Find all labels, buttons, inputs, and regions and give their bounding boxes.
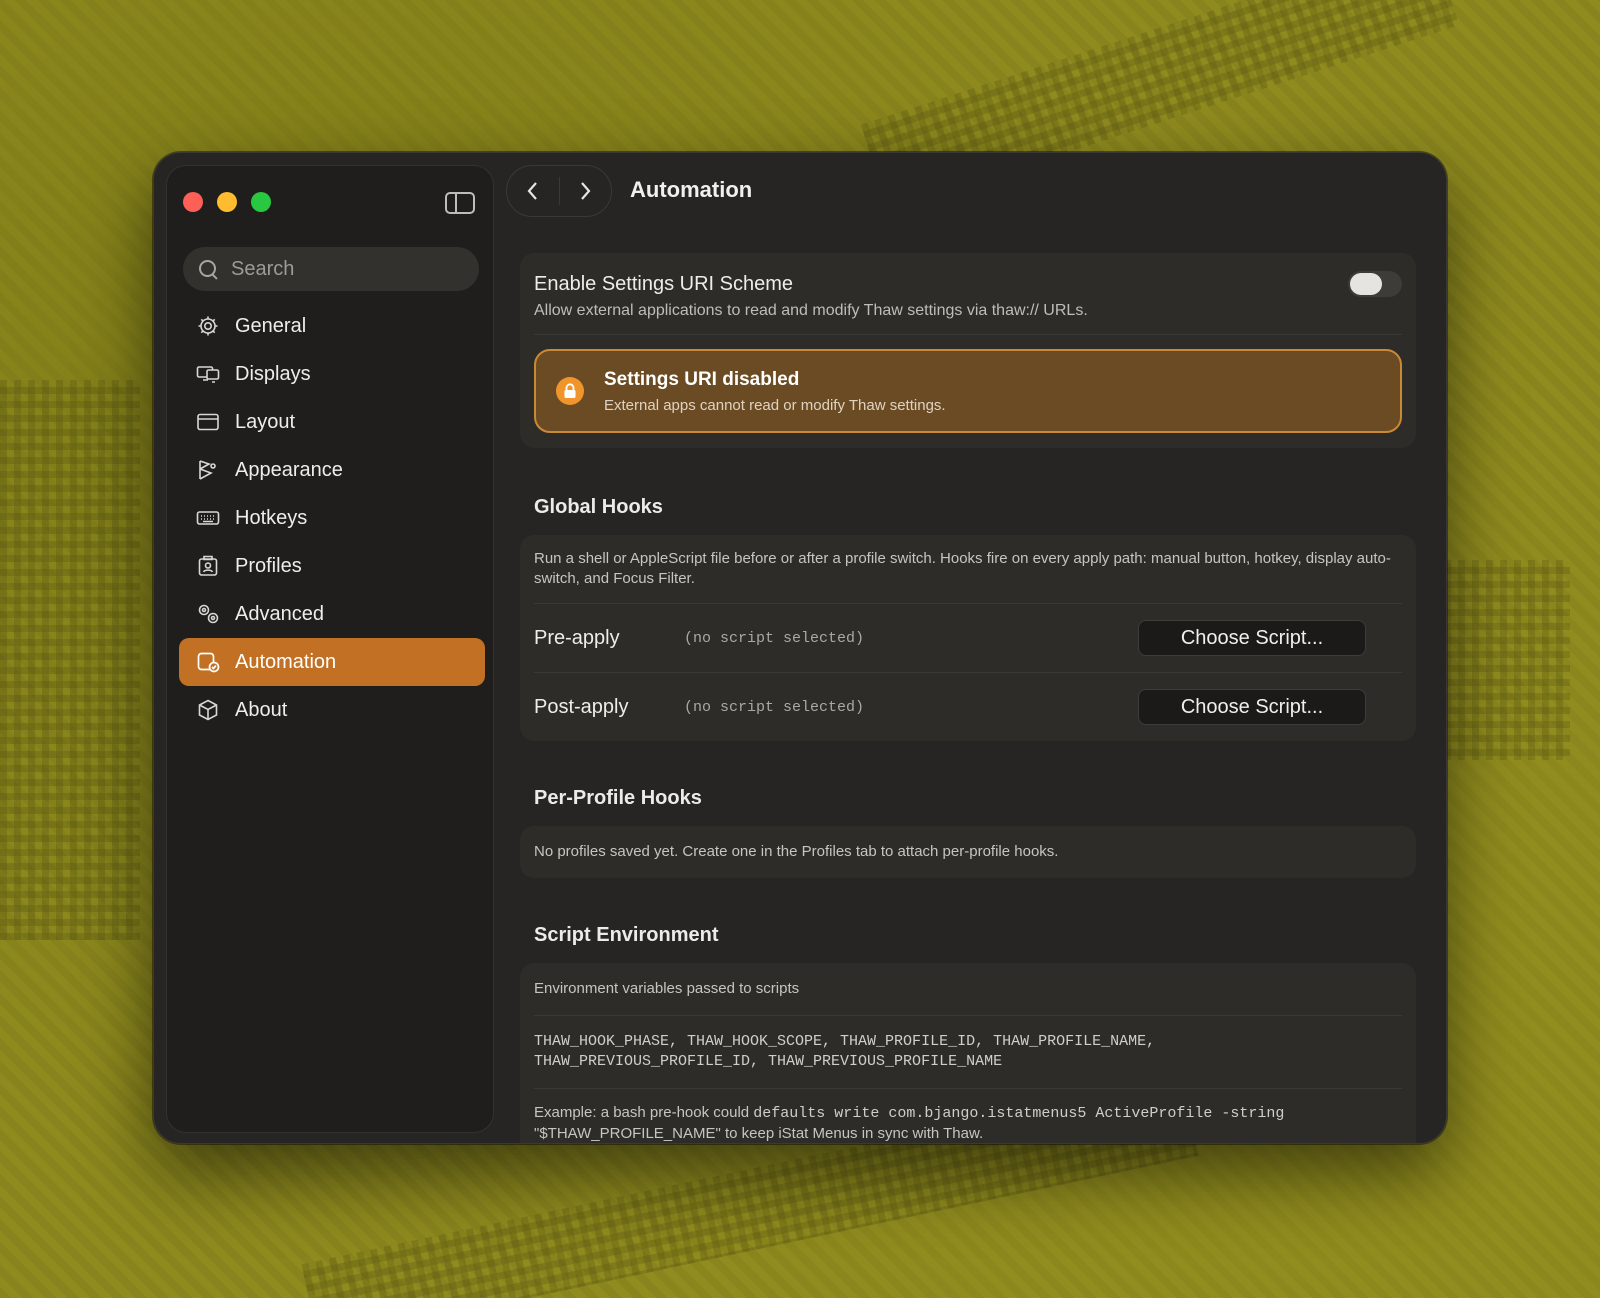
global-hooks-card: Run a shell or AppleScript file before o… — [520, 535, 1416, 741]
uri-scheme-subtitle: Allow external applications to read and … — [534, 302, 1088, 319]
divider — [534, 334, 1402, 335]
sidebar-item-general[interactable]: General — [179, 302, 485, 350]
sidebar-item-label: Layout — [235, 410, 296, 433]
chevron-right-icon — [581, 182, 591, 200]
automation-icon — [195, 649, 221, 675]
search-icon — [199, 260, 217, 278]
sidebar-item-automation[interactable]: Automation — [179, 638, 485, 686]
wallpaper-pattern — [1430, 560, 1570, 760]
search-field[interactable] — [183, 247, 479, 291]
uri-scheme-toggle[interactable] — [1348, 271, 1402, 297]
global-hooks-description: Run a shell or AppleScript file before o… — [534, 550, 1391, 587]
env-vars-line: THAW_HOOK_PHASE, THAW_HOOK_SCOPE, THAW_P… — [534, 1033, 1156, 1050]
sidebar-item-advanced[interactable]: Advanced — [179, 590, 485, 638]
pre-apply-row: Pre-apply (no script selected) Choose Sc… — [534, 604, 1402, 672]
sidebar-nav: General Displays Layout Appearance Hotke… — [179, 302, 485, 734]
traffic-lights — [183, 192, 271, 212]
close-window-button[interactable] — [183, 192, 203, 212]
script-env-label: Environment variables passed to scripts — [534, 980, 800, 997]
sidebar-item-label: Profiles — [235, 554, 302, 577]
settings-scroll-area[interactable]: Enable Settings URI Scheme Allow externa… — [520, 253, 1416, 1143]
post-apply-label: Post-apply — [534, 695, 629, 718]
sidebar-item-displays[interactable]: Displays — [179, 350, 485, 398]
pre-apply-value: (no script selected) — [684, 629, 865, 647]
sidebar-item-label: Advanced — [235, 602, 324, 625]
env-vars-line: THAW_PREVIOUS_PROFILE_ID, THAW_PREVIOUS_… — [534, 1053, 1003, 1070]
sidebar-item-about[interactable]: About — [179, 686, 485, 734]
post-apply-row: Post-apply (no script selected) Choose S… — [534, 673, 1402, 741]
example-block: Example: a bash pre-hook could defaults … — [534, 1089, 1402, 1143]
profiles-icon — [195, 553, 221, 579]
keyboard-icon — [195, 505, 221, 531]
page-title: Automation — [630, 177, 753, 202]
pre-apply-choose-script-button[interactable]: Choose Script... — [1138, 620, 1366, 656]
sidebar-item-profiles[interactable]: Profiles — [179, 542, 485, 590]
per-profile-hooks-card: No profiles saved yet. Create one in the… — [520, 826, 1416, 878]
sidebar-item-label: Appearance — [235, 458, 343, 481]
sidebar-item-label: Automation — [235, 650, 337, 673]
sidebar-item-label: Hotkeys — [235, 506, 308, 529]
search-input[interactable] — [231, 257, 461, 281]
uri-scheme-card: Enable Settings URI Scheme Allow externa… — [520, 253, 1416, 448]
settings-window: General Displays Layout Appearance — [153, 152, 1447, 1144]
example-prefix: Example: a bash pre-hook could — [534, 1104, 754, 1121]
back-forward-control — [506, 165, 612, 217]
sidebar-item-label: General — [235, 314, 307, 337]
env-vars-block: THAW_HOOK_PHASE, THAW_HOOK_SCOPE, THAW_P… — [534, 1016, 1402, 1088]
lock-icon — [556, 377, 584, 405]
sidebar-toggle-icon[interactable] — [445, 192, 475, 214]
sidebar: General Displays Layout Appearance — [166, 165, 494, 1133]
zoom-window-button[interactable] — [251, 192, 271, 212]
script-environment-heading: Script Environment — [534, 924, 719, 946]
sidebar-item-label: Displays — [235, 362, 311, 385]
back-button[interactable] — [507, 165, 559, 217]
uri-scheme-title: Enable Settings URI Scheme — [534, 273, 794, 295]
appearance-icon — [195, 457, 221, 483]
gear-icon — [195, 313, 221, 339]
layout-icon — [195, 409, 221, 435]
main-content: Automation Enable Settings URI Scheme Al… — [506, 153, 1446, 1143]
sidebar-item-appearance[interactable]: Appearance — [179, 446, 485, 494]
forward-button[interactable] — [559, 165, 611, 217]
displays-icon — [195, 361, 221, 387]
script-environment-card: Environment variables passed to scripts … — [520, 963, 1416, 1143]
cube-icon — [195, 697, 221, 723]
sidebar-item-hotkeys[interactable]: Hotkeys — [179, 494, 485, 542]
advanced-gears-icon — [195, 601, 221, 627]
sidebar-item-layout[interactable]: Layout — [179, 398, 485, 446]
per-profile-description: No profiles saved yet. Create one in the… — [534, 843, 1059, 860]
example-line: Example: a bash pre-hook could defaults … — [534, 1103, 1402, 1124]
pre-apply-label: Pre-apply — [534, 626, 620, 649]
chevron-left-icon — [527, 182, 537, 200]
uri-disabled-banner: Settings URI disabled External apps cann… — [534, 349, 1402, 433]
minimize-window-button[interactable] — [217, 192, 237, 212]
post-apply-choose-script-button[interactable]: Choose Script... — [1138, 689, 1366, 725]
example-code: defaults write com.bjango.istatmenus5 Ac… — [753, 1105, 1285, 1122]
banner-title: Settings URI disabled — [604, 368, 800, 390]
wallpaper-pattern — [0, 380, 140, 940]
banner-subtitle: External apps cannot read or modify Thaw… — [604, 396, 946, 414]
global-hooks-heading: Global Hooks — [534, 496, 663, 518]
sidebar-item-label: About — [235, 698, 288, 721]
per-profile-hooks-heading: Per-Profile Hooks — [534, 787, 702, 809]
post-apply-value: (no script selected) — [684, 698, 865, 716]
example-line: "$THAW_PROFILE_NAME" to keep iStat Menus… — [534, 1125, 984, 1142]
